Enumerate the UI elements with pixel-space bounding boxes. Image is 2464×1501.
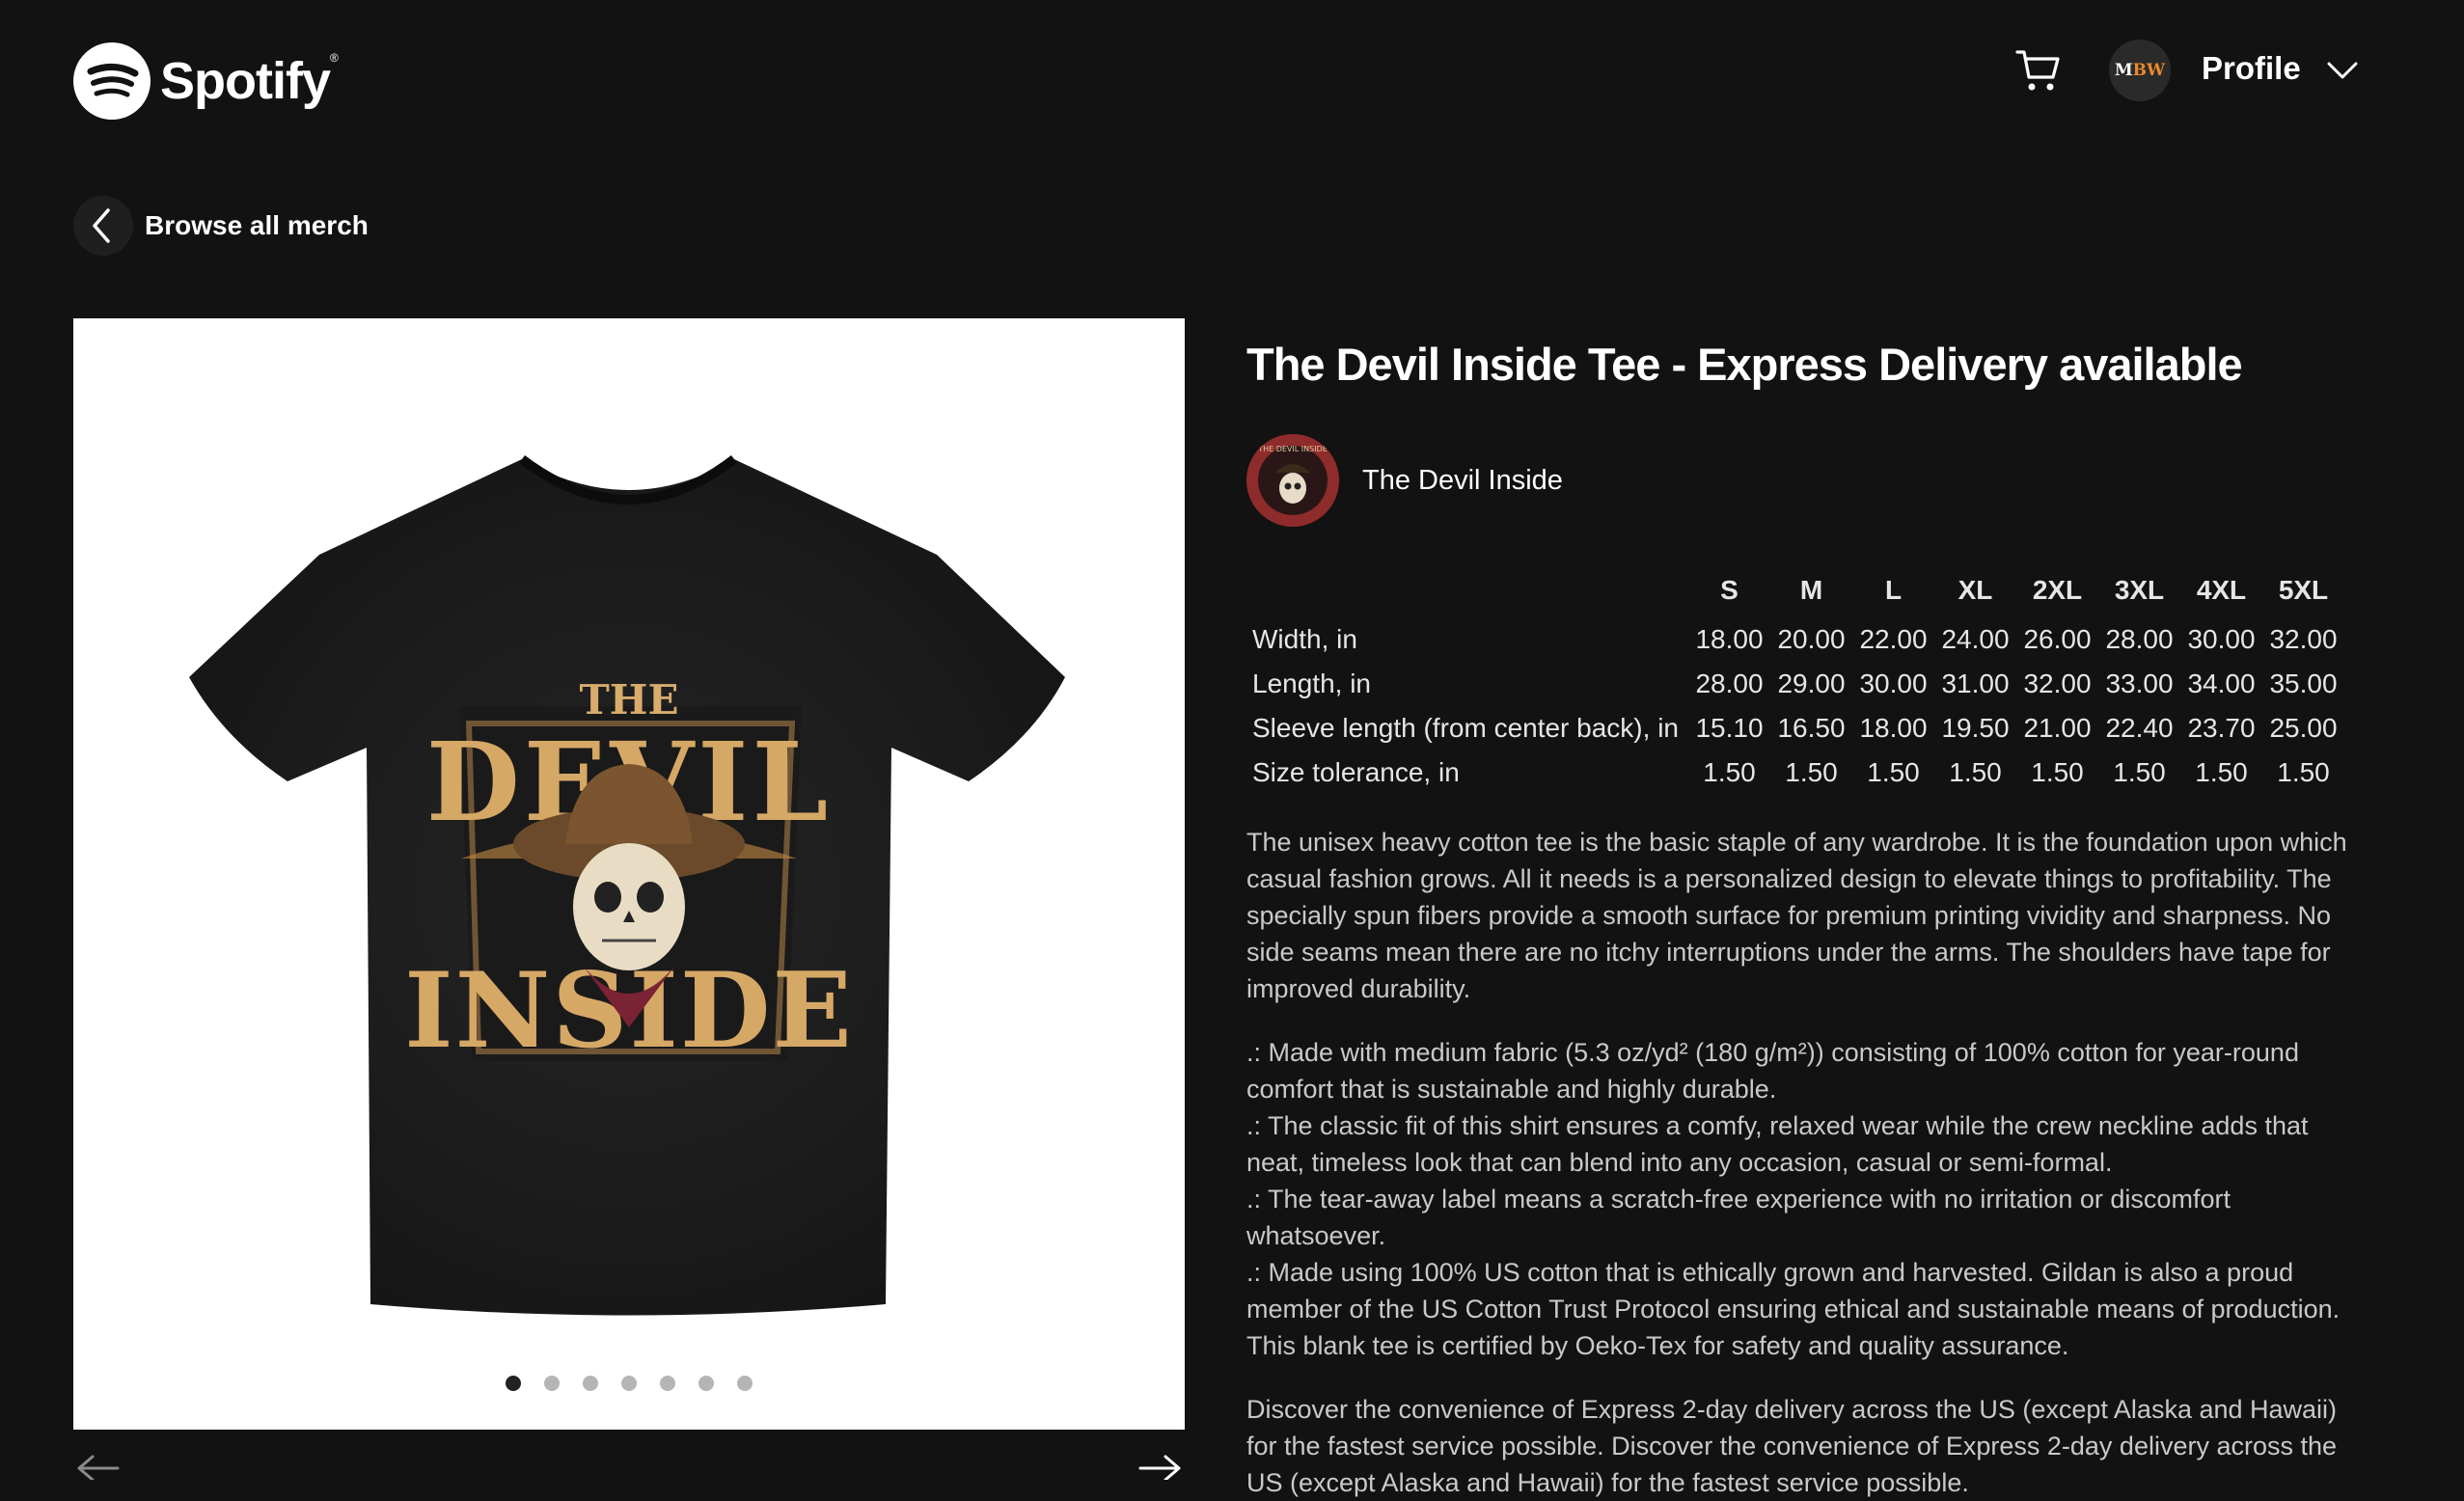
- chevron-left-icon: [93, 208, 110, 243]
- spotify-icon: [73, 42, 151, 120]
- feature-bullet: .: The classic fit of this shirt ensures…: [1246, 1111, 2309, 1177]
- table-cell: 28.00: [1695, 669, 1764, 698]
- size-column-header: S: [1720, 575, 1738, 605]
- arrow-right-icon[interactable]: [1138, 1449, 1183, 1482]
- table-cell: 22.00: [1859, 624, 1928, 654]
- row-label: Sleeve length (from center back), in: [1252, 713, 1679, 743]
- table-cell: 22.40: [2105, 713, 2174, 743]
- table-cell: 30.00: [2187, 624, 2256, 654]
- table-cell: 34.00: [2187, 669, 2256, 698]
- table-cell: 19.50: [1941, 713, 2010, 743]
- table-row: Sleeve length (from center back), in 15.…: [1246, 706, 2344, 750]
- spotify-logo[interactable]: Spotify®: [73, 42, 339, 120]
- size-column-header: 2XL: [2032, 575, 2083, 605]
- table-cell: 35.00: [2269, 669, 2338, 698]
- product-image-carousel[interactable]: THE DEVIL INSIDE: [73, 318, 1185, 1430]
- browse-all-merch-label: Browse all merch: [145, 210, 369, 240]
- carousel-dot-6[interactable]: [698, 1376, 714, 1391]
- print-top-text: THE: [580, 676, 679, 723]
- table-cell: 32.00: [2023, 669, 2092, 698]
- table-row: Width, in 18.00 20.00 22.00 24.00 26.00 …: [1246, 617, 2344, 662]
- table-cell: 31.00: [1941, 669, 2010, 698]
- table-cell: 18.00: [1859, 713, 1928, 743]
- artist-avatar: THE DEVIL INSIDE: [1246, 434, 1339, 527]
- table-cell: 33.00: [2105, 669, 2174, 698]
- table-cell: 1.50: [1949, 757, 2002, 787]
- description-intro: The unisex heavy cotton tee is the basic…: [1246, 828, 2347, 1003]
- avatar-initials-m: M: [2114, 61, 2133, 80]
- feature-bullet: .: The tear-away label means a scratch-f…: [1246, 1185, 2231, 1250]
- artist-link[interactable]: THE DEVIL INSIDE The Devil Inside: [1246, 434, 1563, 527]
- size-column-header: L: [1884, 575, 1903, 605]
- table-cell: 20.00: [1777, 624, 1846, 654]
- feature-bullet: .: Made with medium fabric (5.3 oz/yd² (…: [1246, 1038, 2299, 1104]
- carousel-dot-7[interactable]: [737, 1376, 753, 1391]
- table-row: Length, in 28.00 29.00 30.00 31.00 32.00…: [1246, 662, 2344, 706]
- row-label: Width, in: [1252, 624, 1357, 654]
- table-cell: 29.00: [1777, 669, 1846, 698]
- table-cell: 30.00: [1859, 669, 1928, 698]
- size-column-header: XL: [1958, 575, 1993, 605]
- table-cell: 1.50: [2113, 757, 2166, 787]
- table-cell: 24.00: [1941, 624, 2010, 654]
- table-cell: 23.70: [2187, 713, 2256, 743]
- row-label: Length, in: [1252, 669, 1371, 698]
- product-features: .: Made with medium fabric (5.3 oz/yd² (…: [1246, 1034, 2366, 1364]
- table-cell: 26.00: [2023, 624, 2092, 654]
- table-cell: 1.50: [2031, 757, 2084, 787]
- size-column-header: M: [1799, 575, 1823, 605]
- product-title: The Devil Inside Tee - Express Delivery …: [1246, 339, 2243, 390]
- table-row: Size tolerance, in 1.50 1.50 1.50 1.50 1…: [1246, 750, 2344, 795]
- size-chart-header-row: S M L XL 2XL 3XL 4XL 5XL: [1246, 575, 2344, 617]
- product-description: The unisex heavy cotton tee is the basic…: [1246, 824, 2366, 1007]
- cart-icon[interactable]: [2014, 46, 2063, 95]
- table-cell: 1.50: [2277, 757, 2330, 787]
- arrow-left-icon[interactable]: [75, 1449, 120, 1482]
- tshirt-image: THE DEVIL INSIDE: [189, 455, 1065, 1316]
- size-column-header: 4XL: [2196, 575, 2247, 605]
- artist-name: The Devil Inside: [1362, 464, 1563, 496]
- carousel-dot-2[interactable]: [544, 1376, 560, 1391]
- carousel-dot-4[interactable]: [621, 1376, 637, 1391]
- table-cell: 32.00: [2269, 624, 2338, 654]
- delivery-info: Discover the convenience of Express 2-da…: [1246, 1391, 2366, 1501]
- table-cell: 1.50: [1703, 757, 1756, 787]
- browse-all-merch-link[interactable]: Browse all merch: [73, 196, 369, 256]
- table-cell: 28.00: [2105, 624, 2174, 654]
- table-cell: 1.50: [1867, 757, 1920, 787]
- table-cell: 18.00: [1695, 624, 1764, 654]
- carousel-dots: [73, 1376, 1185, 1391]
- table-cell: 1.50: [2195, 757, 2248, 787]
- avatar[interactable]: M BW: [2109, 40, 2171, 101]
- size-chart-corner: [1246, 575, 1688, 617]
- profile-menu-label[interactable]: Profile: [2202, 50, 2301, 87]
- trademark-symbol: ®: [330, 51, 339, 65]
- table-cell: 15.10: [1695, 713, 1764, 743]
- logo-text: Spotify: [160, 52, 331, 110]
- back-button[interactable]: [73, 196, 133, 256]
- size-column-header: 3XL: [2114, 575, 2165, 605]
- carousel-dot-5[interactable]: [660, 1376, 675, 1391]
- table-cell: 21.00: [2023, 713, 2092, 743]
- table-cell: 1.50: [1785, 757, 1838, 787]
- table-cell: 25.00: [2269, 713, 2338, 743]
- delivery-text: Discover the convenience of Express 2-da…: [1246, 1395, 2338, 1497]
- size-column-header: 5XL: [2278, 575, 2329, 605]
- carousel-dot-1[interactable]: [506, 1376, 521, 1391]
- row-label: Size tolerance, in: [1252, 757, 1460, 787]
- chevron-down-icon[interactable]: [2325, 58, 2360, 83]
- carousel-dot-3[interactable]: [583, 1376, 598, 1391]
- avatar-initials-bw: BW: [2132, 61, 2166, 80]
- artist-badge-text: THE DEVIL INSIDE: [1257, 445, 1328, 453]
- feature-bullet: .: Made using 100% US cotton that is eth…: [1246, 1258, 2341, 1360]
- size-chart: S M L XL 2XL 3XL 4XL 5XL Width, in 18.00…: [1246, 575, 2344, 795]
- table-cell: 16.50: [1777, 713, 1846, 743]
